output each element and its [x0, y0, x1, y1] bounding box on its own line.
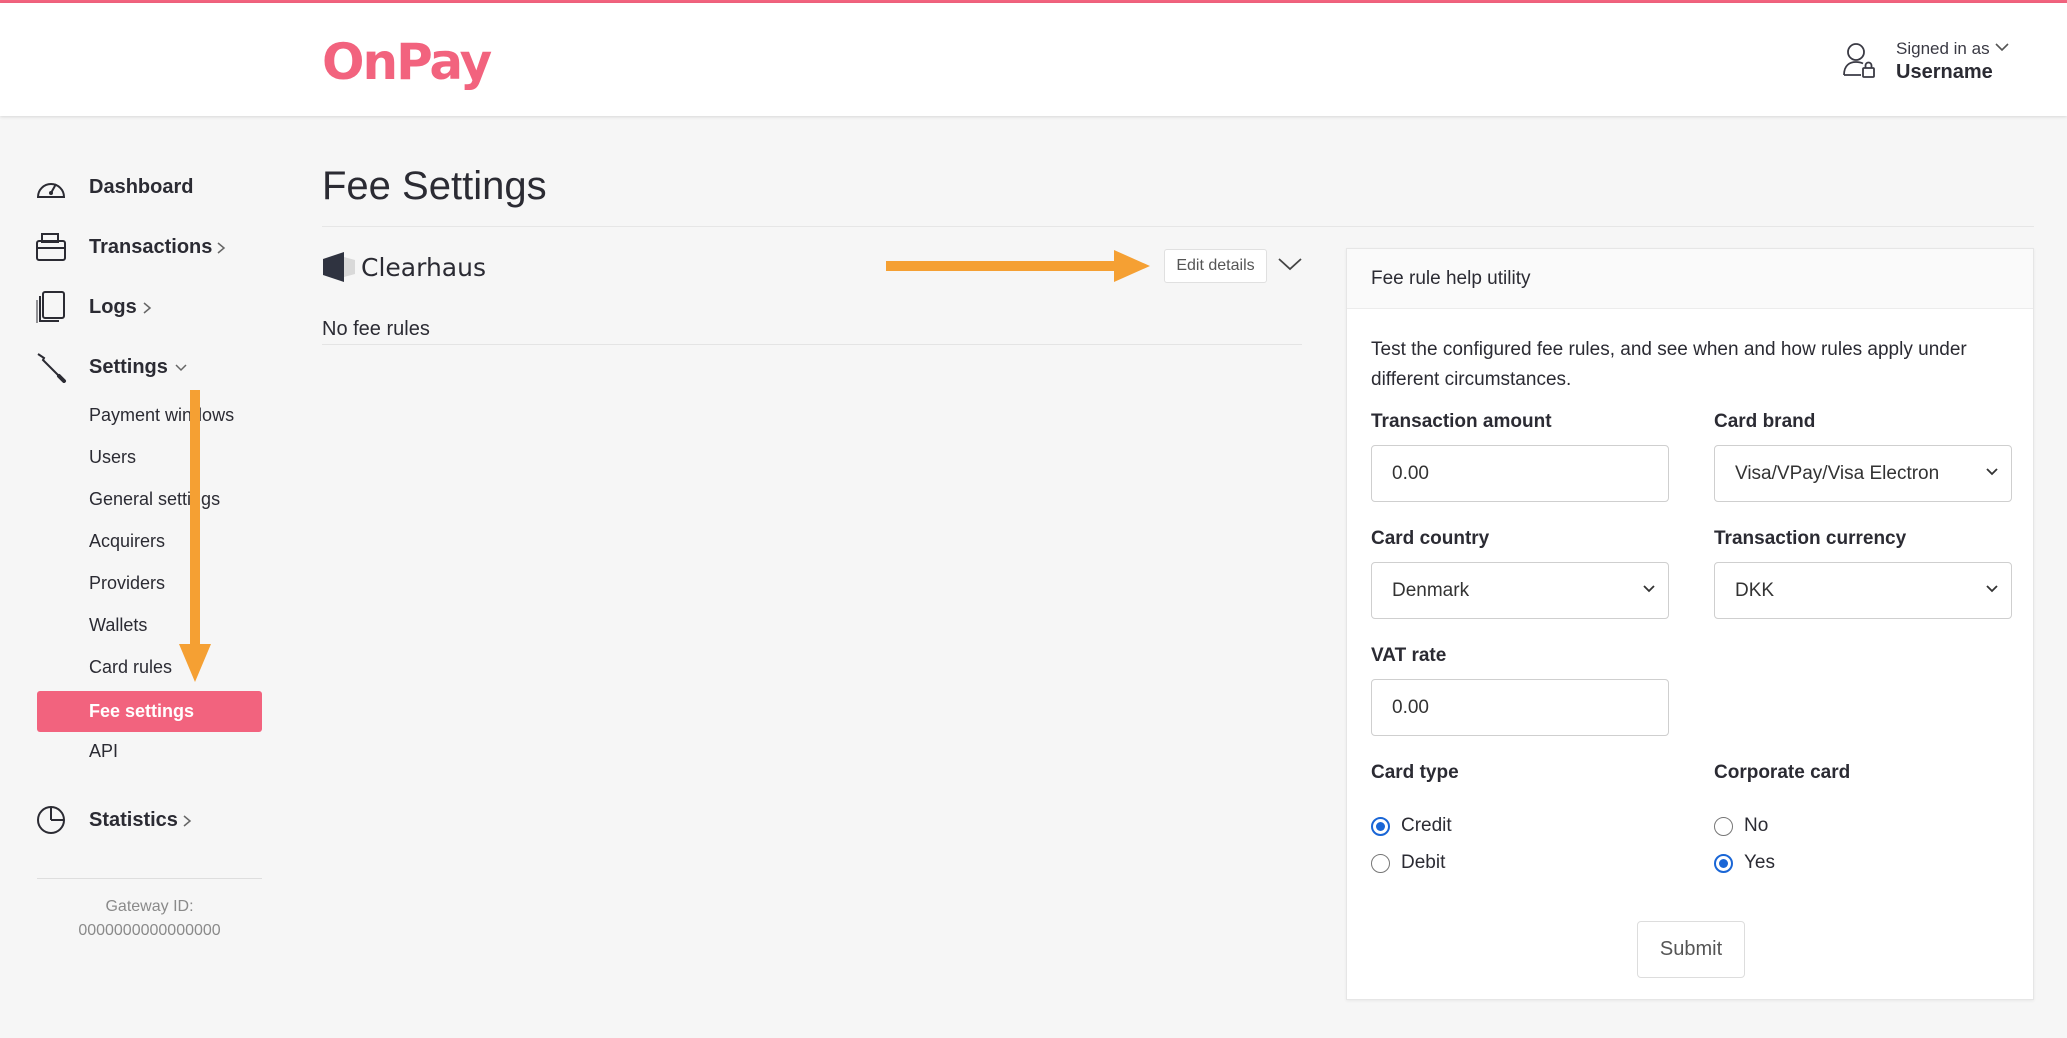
sidebar-sub-card-rules[interactable]: Card rules	[89, 657, 172, 678]
annotation-arrow-right-icon	[880, 246, 1152, 286]
chevron-right-icon	[216, 241, 226, 255]
transaction-currency-value: DKK	[1735, 580, 1774, 601]
wrench-icon	[34, 350, 68, 384]
sidebar-sub-payment-windows[interactable]: Payment windows	[89, 405, 234, 426]
sidebar-item-label: Logs	[89, 296, 137, 319]
pie-chart-icon	[34, 803, 68, 837]
card-brand-label: Card brand	[1714, 411, 1815, 433]
sidebar-divider	[37, 878, 262, 879]
sidebar-item-label: Transactions	[89, 236, 212, 259]
sidebar-sub-api[interactable]: API	[89, 741, 118, 762]
fee-rule-help-panel: Fee rule help utility Test the configure…	[1346, 248, 2034, 1000]
gateway-id-value: 0000000000000000	[37, 922, 262, 940]
wallet-icon	[34, 230, 68, 264]
panel-header: Fee rule help utility	[1347, 249, 2033, 309]
username: Username	[1896, 61, 1993, 84]
documents-icon	[34, 290, 68, 324]
radio-selected	[1371, 817, 1390, 836]
acquirer-name: Clearhaus	[361, 253, 486, 282]
sidebar-sub-fee-settings[interactable]: Fee settings	[37, 691, 262, 732]
chevron-right-icon	[182, 814, 192, 828]
sidebar-sub-label: Fee settings	[89, 701, 194, 722]
transaction-amount-input[interactable]: 0.00	[1371, 445, 1669, 502]
card-brand-value: Visa/VPay/Visa Electron	[1735, 463, 1939, 484]
fee-rules-divider	[322, 344, 1302, 345]
panel-description: Test the configured fee rules, and see w…	[1371, 335, 2021, 395]
user-menu[interactable]: Signed in as Username	[1842, 39, 2027, 89]
sidebar-item-label: Dashboard	[89, 176, 193, 199]
radio-label: Credit	[1401, 815, 1452, 837]
corporate-card-no-radio[interactable]: No	[1714, 815, 1768, 837]
sidebar-item-statistics[interactable]: Statistics	[34, 800, 68, 840]
vat-rate-label: VAT rate	[1371, 645, 1446, 667]
sidebar-item-label: Statistics	[89, 809, 178, 832]
sidebar-sub-wallets[interactable]: Wallets	[89, 615, 147, 636]
radio-selected	[1714, 854, 1733, 873]
card-country-select[interactable]: Denmark	[1371, 562, 1669, 619]
gateway-id-label: Gateway ID:	[37, 898, 262, 916]
card-type-credit-radio[interactable]: Credit	[1371, 815, 1452, 837]
radio-unselected	[1714, 817, 1733, 836]
corporate-card-label: Corporate card	[1714, 762, 1850, 784]
submit-button[interactable]: Submit	[1637, 921, 1745, 978]
corporate-card-yes-radio[interactable]: Yes	[1714, 852, 1775, 874]
chevron-right-icon	[142, 301, 152, 315]
chevron-down-icon	[1642, 584, 1656, 594]
chevron-down-icon	[1985, 584, 1999, 594]
card-country-value: Denmark	[1392, 580, 1469, 601]
card-brand-select[interactable]: Visa/VPay/Visa Electron	[1714, 445, 2012, 502]
dashboard-gauge-icon	[34, 170, 68, 204]
sidebar-item-dashboard[interactable]: Dashboard	[34, 167, 68, 207]
chevron-down-icon[interactable]	[1277, 256, 1303, 272]
radio-label: Yes	[1744, 852, 1775, 874]
onpay-logo[interactable]: OnPay	[322, 33, 490, 91]
sidebar-sub-acquirers[interactable]: Acquirers	[89, 531, 165, 552]
transaction-currency-select[interactable]: DKK	[1714, 562, 2012, 619]
card-type-label: Card type	[1371, 762, 1459, 784]
page-title: Fee Settings	[322, 164, 547, 209]
chevron-down-icon	[174, 363, 188, 373]
transaction-currency-label: Transaction currency	[1714, 528, 1906, 550]
radio-unselected	[1371, 854, 1390, 873]
card-type-debit-radio[interactable]: Debit	[1371, 852, 1445, 874]
top-header: OnPay Signed in as Username	[0, 3, 2067, 116]
title-divider	[322, 226, 2034, 227]
radio-label: No	[1744, 815, 1768, 837]
panel-title: Fee rule help utility	[1371, 268, 1530, 290]
edit-details-button[interactable]: Edit details	[1164, 249, 1267, 283]
sidebar-item-label: Settings	[89, 356, 168, 379]
transaction-amount-label: Transaction amount	[1371, 411, 1552, 433]
clearhaus-logo-icon	[322, 251, 356, 283]
sidebar-item-transactions[interactable]: Transactions	[34, 227, 68, 267]
radio-label: Debit	[1401, 852, 1445, 874]
chevron-down-icon	[1994, 41, 2010, 53]
sidebar-item-logs[interactable]: Logs	[34, 287, 68, 327]
card-country-label: Card country	[1371, 528, 1489, 550]
sidebar-sub-providers[interactable]: Providers	[89, 573, 165, 594]
annotation-arrow-down-icon	[178, 388, 212, 686]
chevron-down-icon	[1985, 467, 1999, 477]
user-lock-icon	[1842, 41, 1876, 79]
sidebar-item-settings[interactable]: Settings	[34, 347, 68, 387]
sidebar-sub-users[interactable]: Users	[89, 447, 136, 468]
vat-rate-input[interactable]: 0.00	[1371, 679, 1669, 736]
signed-in-label: Signed in as	[1896, 39, 1990, 59]
no-fee-rules-text: No fee rules	[322, 318, 430, 341]
